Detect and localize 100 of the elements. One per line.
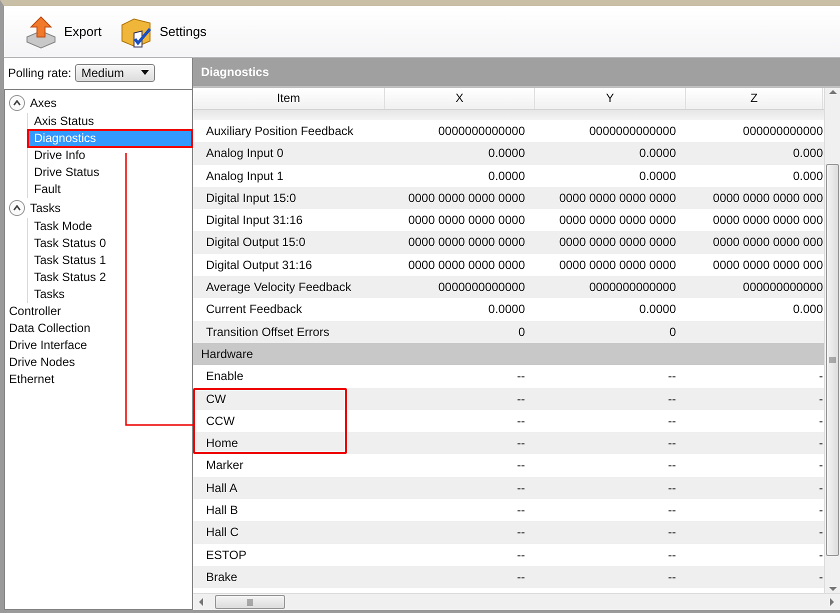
table-cell-text: 0000 0000 0000 0000	[558, 190, 677, 207]
tree-item[interactable]: Task Status 1	[28, 252, 192, 269]
column-header[interactable]: X	[385, 88, 535, 109]
table-cell-text: Hall B	[205, 502, 240, 520]
table-cell-text: --	[667, 546, 677, 564]
table-cell-text: 0	[517, 324, 526, 341]
table-cell-text: -	[818, 457, 823, 474]
table-cell-text: --	[667, 480, 677, 497]
table-cell-text: --	[667, 412, 677, 430]
table-cell-text: Digital Input 31:16	[205, 212, 304, 230]
toolbar-button[interactable]: Settings	[118, 12, 209, 50]
table-cell-text: Hall A	[205, 480, 238, 497]
table-cell-text: 0000000000000	[588, 279, 677, 296]
table-cell-text: 0000 0000 0000 000	[712, 212, 823, 230]
table-cell-text: -	[818, 568, 823, 586]
table-cell-text: 0.0000	[638, 301, 677, 318]
table-cell-text: 0.000	[792, 145, 823, 162]
table-cell-text: --	[516, 390, 526, 408]
table-cell-text: -	[818, 502, 823, 520]
table-cell-text: -	[818, 546, 823, 564]
tree-item[interactable]: Controller	[9, 303, 192, 320]
table-cell-text: -	[818, 480, 823, 497]
table-cell-text: Current Feedback	[205, 301, 304, 318]
tree-item[interactable]: Task Status 2	[28, 269, 192, 286]
table-cell-text: 0.0000	[638, 168, 677, 185]
table-cell-text: 0000 0000 0000 000	[712, 190, 823, 207]
tree-item[interactable]: Ethernet	[9, 371, 192, 388]
table-cell-text: Auxiliary Position Feedback	[205, 123, 354, 140]
grip-icon	[829, 357, 836, 363]
table-cell-text: 0000 0000 0000 000	[712, 234, 823, 252]
table-cell-text: Marker	[205, 457, 244, 474]
table-cell-text: 0.0000	[487, 168, 526, 185]
table-cell-text: 0.0000	[487, 301, 526, 318]
table-cell-text: 0000000000000	[437, 279, 526, 296]
table-cell-text: -	[818, 390, 823, 408]
tree-item[interactable]: Drive Status	[28, 164, 192, 181]
tree-item[interactable]: Data Collection	[9, 320, 192, 337]
tree-item[interactable]: Task Mode	[28, 218, 192, 235]
table-cell-text: Digital Input 15:0	[205, 190, 298, 207]
column-header[interactable]: Y	[535, 88, 686, 109]
tree-item[interactable]: Task Status 0	[28, 235, 192, 252]
table-cell-text: 0	[668, 324, 677, 341]
table-cell-text: --	[516, 435, 526, 452]
table-cell-text: -	[818, 524, 823, 542]
tree-item[interactable]: Drive Info	[28, 147, 192, 164]
table-cell-text: Transition Offset Errors	[205, 324, 330, 341]
table-cell-text: --	[667, 524, 677, 542]
scroll-left-arrow-icon[interactable]	[197, 598, 205, 606]
table-cell-text: Brake	[205, 568, 238, 586]
table-cell-text: 000000000000	[742, 123, 823, 140]
table-cell-text: -	[818, 435, 823, 452]
table-cell-text: --	[667, 368, 677, 386]
table-cell-text: -	[818, 412, 823, 430]
tree-group-label: Axes	[30, 96, 57, 110]
table-cell-text: --	[516, 546, 526, 564]
scroll-down-arrow-icon[interactable]	[828, 585, 836, 593]
polling-rate-label: Polling rate:	[8, 66, 72, 80]
table-cell-text: 0.0000	[487, 145, 526, 162]
table-cell-text: --	[667, 390, 677, 408]
table-cell-text: 000000000000	[742, 279, 823, 296]
table-cell-text: --	[516, 412, 526, 430]
table-cell-text: --	[516, 368, 526, 386]
collapse-chevron-icon[interactable]	[9, 95, 25, 111]
column-header[interactable]: Item	[193, 88, 385, 109]
table-cell-text: 0.0000	[638, 145, 677, 162]
table-cell-text: --	[516, 457, 526, 474]
tree-item[interactable]: Axis Status	[28, 113, 192, 130]
tree-item[interactable]: Fault	[28, 181, 192, 198]
table-cell-text: Home	[205, 435, 240, 452]
table-cell-text: Analog Input 1	[205, 168, 284, 185]
toolbar-button[interactable]: Export	[22, 12, 104, 50]
tree-item[interactable]: Drive Interface	[9, 337, 192, 354]
tree-item[interactable]: Drive Nodes	[9, 354, 192, 371]
table-cell-text: 0000 0000 0000 0000	[558, 212, 677, 230]
table-cell-text: --	[516, 502, 526, 520]
tree-item[interactable]: Tasks	[28, 286, 192, 303]
table-cell-text: 0000 0000 0000 0000	[407, 234, 526, 252]
table-cell-text: 0000 0000 0000 0000	[558, 256, 677, 274]
table-cell-text: 0000 0000 0000 0000	[558, 234, 677, 252]
table-cell-text: 0000000000000	[588, 123, 677, 140]
table-cell-text: 0.000	[792, 168, 823, 185]
group-header[interactable]: Hardware	[193, 342, 824, 366]
polling-rate-dropdown[interactable]: Medium	[75, 64, 156, 82]
table-cell-text: Digital Output 15:0	[205, 234, 306, 252]
table-cell-text: 0000 0000 0000 000	[712, 256, 823, 274]
table-cell-text: Analog Input 0	[205, 145, 284, 162]
table-cell-text: --	[667, 435, 677, 452]
table-cell-text: 0000 0000 0000 0000	[407, 190, 526, 207]
collapse-chevron-icon[interactable]	[9, 200, 25, 216]
table-cell-text: --	[667, 502, 677, 520]
table-cell-text: --	[516, 480, 526, 497]
table-cell-text: 0.000	[792, 301, 823, 318]
table-cell-text: 0000000000000	[437, 123, 526, 140]
table-cell-text: --	[516, 568, 526, 586]
scroll-up-arrow-icon[interactable]	[828, 88, 836, 96]
column-header[interactable]: Z	[686, 88, 823, 109]
table-cell-text: CW	[205, 390, 227, 408]
tree-group-label: Tasks	[30, 201, 61, 215]
table-cell-text: --	[667, 457, 677, 474]
scroll-right-arrow-icon[interactable]	[828, 598, 836, 606]
